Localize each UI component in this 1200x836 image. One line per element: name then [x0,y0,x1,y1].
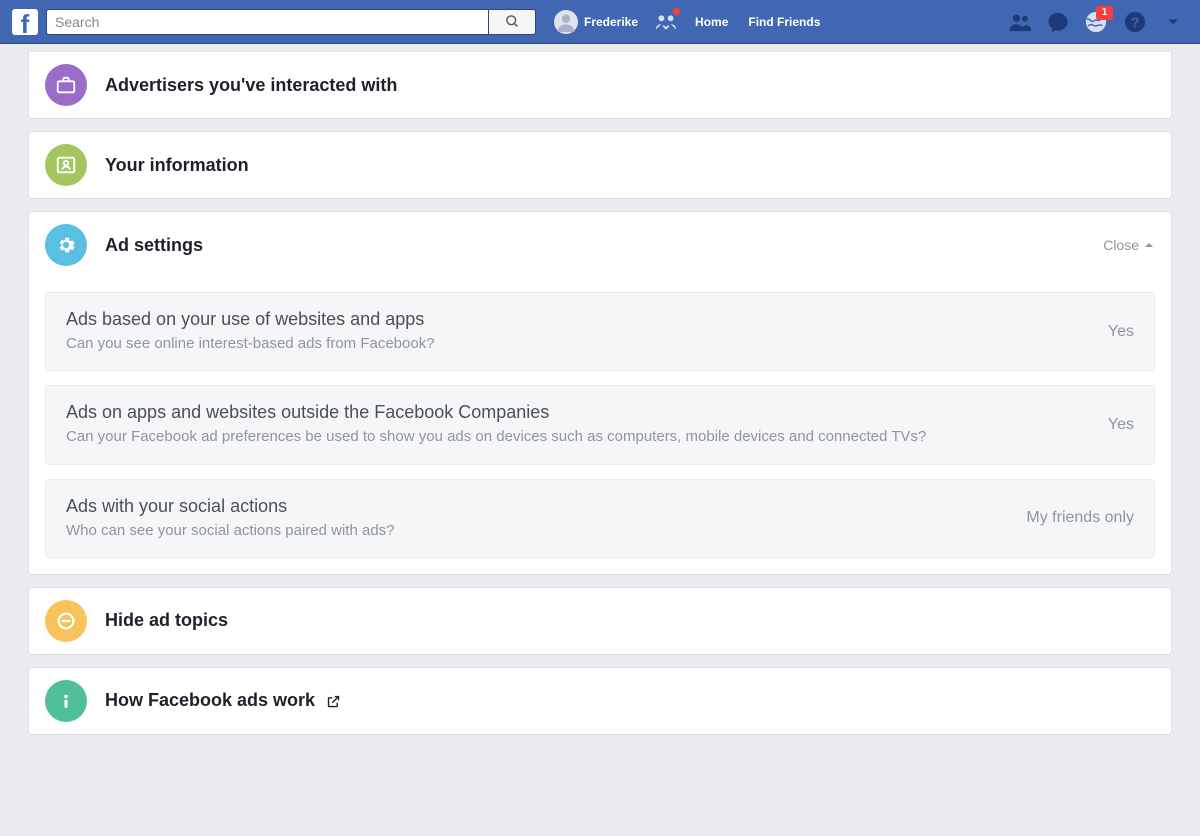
how-ads-work-label: How Facebook ads work [105,690,315,710]
avatar [554,10,578,34]
help-button[interactable]: ? [1122,9,1148,35]
ad-setting-outside-companies[interactable]: Ads on apps and websites outside the Fac… [45,385,1155,464]
section-advertisers-header[interactable]: Advertisers you've interacted with [29,52,1171,118]
friend-activity-button[interactable] [653,9,679,35]
external-link-icon [326,694,341,709]
section-hide-topics-title: Hide ad topics [105,610,1155,631]
close-label: Close [1103,237,1139,253]
section-your-info-title: Your information [105,155,1155,176]
page-content: Advertisers you've interacted with Your … [0,0,1200,735]
section-your-info-header[interactable]: Your information [29,132,1171,198]
setting-title: Ads with your social actions [66,496,1002,517]
minus-circle-icon [45,600,87,642]
setting-title: Ads on apps and websites outside the Fac… [66,402,1084,423]
search-icon [505,14,520,29]
setting-value: Yes [1108,323,1134,341]
setting-desc: Can your Facebook ad preferences be used… [66,427,1084,447]
section-advertisers: Advertisers you've interacted with [28,52,1172,119]
setting-desc: Who can see your social actions paired w… [66,521,1002,541]
setting-value: My friends only [1026,509,1134,527]
divider [646,12,647,32]
section-ad-settings-header[interactable]: Ad settings Close [29,212,1171,278]
topbar: f Frederike Home Find Friends 1 ? [0,0,1200,44]
search-input[interactable] [46,9,488,35]
profile-link[interactable]: Frederike [546,8,646,35]
notifications-button[interactable]: 1 [1083,9,1109,35]
section-ad-settings: Ad settings Close Ads based on your use … [28,211,1172,575]
nav-find-friends[interactable]: Find Friends [738,8,830,35]
section-how-ads-work-title: How Facebook ads work [105,690,1155,711]
section-advertisers-title: Advertisers you've interacted with [105,75,1155,96]
chevron-up-icon [1143,239,1155,251]
divider [830,12,831,32]
section-your-info: Your information [28,131,1172,199]
setting-desc: Can you see online interest-based ads fr… [66,334,1084,354]
messages-button[interactable] [1045,9,1071,35]
info-icon [45,680,87,722]
id-card-icon [45,144,87,186]
facebook-logo[interactable]: f [12,9,38,35]
section-hide-topics-header[interactable]: Hide ad topics [29,588,1171,654]
chevron-down-icon [1166,15,1180,29]
ad-setting-websites-apps[interactable]: Ads based on your use of websites and ap… [45,292,1155,371]
section-how-ads-work: How Facebook ads work [28,667,1172,735]
divider [1115,12,1116,32]
help-icon: ? [1124,11,1146,33]
search-container [46,9,536,35]
section-ad-settings-title: Ad settings [105,235,1103,256]
search-button[interactable] [488,9,536,35]
friend-requests-button[interactable] [1007,9,1033,35]
section-how-ads-work-header[interactable]: How Facebook ads work [29,668,1171,734]
setting-title: Ads based on your use of websites and ap… [66,309,1084,330]
setting-value: Yes [1108,416,1134,434]
gear-icon [45,224,87,266]
messenger-icon [1047,11,1069,33]
friend-activity-badge [673,8,680,15]
section-hide-topics: Hide ad topics [28,587,1172,655]
nav-home[interactable]: Home [685,8,738,35]
avatar-placeholder-icon [556,12,576,32]
ad-settings-body: Ads based on your use of websites and ap… [29,292,1171,574]
profile-name: Frederike [584,15,638,29]
notifications-badge: 1 [1096,6,1113,20]
ad-setting-social-actions[interactable]: Ads with your social actions Who can see… [45,479,1155,558]
account-menu-button[interactable] [1160,9,1186,35]
svg-text:?: ? [1131,15,1140,31]
briefcase-icon [45,64,87,106]
friends-icon [1009,11,1031,33]
close-toggle[interactable]: Close [1103,237,1155,253]
